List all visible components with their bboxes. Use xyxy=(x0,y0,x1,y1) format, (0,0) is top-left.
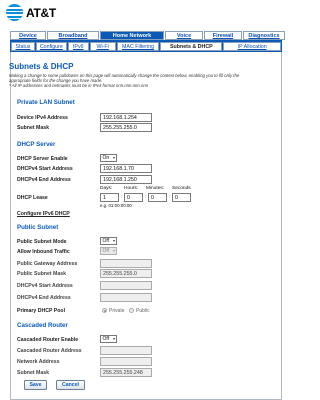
dhcp-pool-label: Primary DHCP Pool xyxy=(17,308,66,314)
lease-separator: : xyxy=(169,194,171,200)
chevron-down-icon xyxy=(113,240,115,243)
cascaded-address-label: Cascaded Router Address xyxy=(17,348,82,354)
dhcp-lease-label: DHCP Lease xyxy=(17,195,48,201)
dhcp-start-label: DHCPv4 Start Address xyxy=(17,166,73,172)
section-public-subnet: Public Subnet xyxy=(17,224,59,231)
public-mode-select[interactable]: Off xyxy=(100,237,117,245)
tab-firewall[interactable]: Firewall xyxy=(204,31,242,40)
tab-home-network[interactable]: Home Network xyxy=(100,31,164,40)
primary-nav: Device Broadband Home Network Voice Fire… xyxy=(10,31,286,40)
lease-separator: : xyxy=(121,194,123,200)
lease-days-header: Days: xyxy=(100,186,113,191)
cascaded-mask-input[interactable]: 255.255.255.248 xyxy=(100,368,152,377)
cascaded-address-input[interactable] xyxy=(100,346,152,355)
chevron-down-icon xyxy=(113,250,115,253)
inbound-traffic-label: Allow Inbound Traffic xyxy=(17,249,70,255)
header: AT&T xyxy=(0,0,288,30)
lease-example: e.g. 01:00:00:00 xyxy=(100,203,132,208)
dhcp-enable-label: DHCP Server Enable xyxy=(17,156,68,162)
subtab-ip-allocation[interactable]: IP Allocation xyxy=(223,42,282,51)
section-private-lan: Private LAN Subnet xyxy=(17,99,75,106)
inbound-traffic-value: Off xyxy=(102,248,110,254)
pool-private-label: Private xyxy=(109,308,125,314)
section-cascaded-router: Cascaded Router xyxy=(17,322,68,329)
dhcp-start-input[interactable]: 192.168.1.70 xyxy=(100,164,152,173)
lease-hours-input[interactable]: 0 xyxy=(124,193,143,202)
lease-days-input[interactable]: 1 xyxy=(100,193,119,202)
subtab-wifi[interactable]: Wi-Fi xyxy=(89,42,116,51)
lease-minutes-input[interactable]: 0 xyxy=(148,193,167,202)
public-mask-input[interactable]: 255.255.255.0 xyxy=(100,269,152,278)
pool-public-label: Public xyxy=(136,308,150,314)
public-gateway-input[interactable] xyxy=(100,259,152,268)
intro-line: * All IP addresses and netmasks must be … xyxy=(9,83,149,88)
tab-voice[interactable]: Voice xyxy=(165,31,203,40)
tab-device[interactable]: Device xyxy=(10,31,46,40)
subtab-subnets-dhcp[interactable]: Subnets & DHCP xyxy=(160,42,223,51)
cascaded-enable-value: Off xyxy=(102,336,110,342)
public-dhcp-start-label: DHCPv4 Start Address xyxy=(17,283,73,289)
subnet-mask-label: Subnet Mask xyxy=(17,125,49,131)
lease-separator: : xyxy=(145,194,147,200)
tab-broadband[interactable]: Broadband xyxy=(47,31,99,40)
dhcp-enable-value: On xyxy=(102,155,110,161)
public-dhcp-end-input[interactable] xyxy=(100,293,152,302)
device-ipv4-label: Device IPv4 Address xyxy=(17,115,68,121)
lease-minutes-header: Minutes: xyxy=(146,186,165,191)
cascaded-enable-label: Cascaded Router Enable xyxy=(17,337,79,343)
public-mode-value: Off xyxy=(102,238,110,244)
cascaded-enable-select[interactable]: Off xyxy=(100,335,117,343)
brand-name: AT&T xyxy=(26,5,56,20)
lease-hours-header: Hours: xyxy=(124,186,139,191)
tab-diagnostics[interactable]: Diagnostics xyxy=(243,31,285,40)
chevron-down-icon xyxy=(113,338,115,341)
inbound-traffic-select[interactable]: Off xyxy=(100,247,117,255)
dhcp-end-input[interactable]: 192.168.1.250 xyxy=(100,175,152,184)
chevron-down-icon xyxy=(113,157,115,160)
subnet-mask-input[interactable]: 255.255.255.0 xyxy=(100,123,152,132)
pool-public-radio[interactable] xyxy=(129,308,134,313)
save-button[interactable]: Save xyxy=(24,380,47,390)
section-dhcp-server: DHCP Server xyxy=(17,141,56,148)
public-mask-label: Public Subnet Mask xyxy=(17,271,67,277)
lease-seconds-input[interactable]: 0 xyxy=(172,193,191,202)
pool-private-radio[interactable] xyxy=(102,308,107,313)
public-dhcp-start-input[interactable] xyxy=(100,281,152,290)
subtab-mac-filtering[interactable]: MAC Filtering xyxy=(116,42,160,51)
cancel-button[interactable]: Cancel xyxy=(56,380,85,390)
page-intro: Making a change to some pulldowns on thi… xyxy=(9,73,279,88)
device-ipv4-input[interactable]: 192.168.1.254 xyxy=(100,113,152,122)
att-logo: AT&T xyxy=(6,4,56,21)
page-title: Subnets & DHCP xyxy=(9,62,74,71)
secondary-nav: Status Configure IPv6 Wi-Fi MAC Filterin… xyxy=(10,40,282,52)
subtab-status[interactable]: Status xyxy=(11,42,35,51)
configure-ipv6-dhcp-link[interactable]: Configure IPv6 DHCP xyxy=(17,211,70,217)
dhcp-enable-select[interactable]: On xyxy=(100,154,117,162)
lease-seconds-header: Seconds xyxy=(172,186,191,191)
subtab-configure[interactable]: Configure xyxy=(35,42,67,51)
network-address-input[interactable] xyxy=(100,357,152,366)
cascaded-mask-label: Subnet Mask xyxy=(17,370,49,376)
subtab-ipv6[interactable]: IPv6 xyxy=(67,42,89,51)
network-address-label: Network Address xyxy=(17,359,60,365)
public-dhcp-end-label: DHCPv4 End Address xyxy=(17,295,71,301)
dhcp-end-label: DHCPv4 End Address xyxy=(17,177,71,183)
public-gateway-label: Public Gateway Address xyxy=(17,261,78,267)
globe-icon xyxy=(6,4,23,21)
public-mode-label: Public Subnet Mode xyxy=(17,239,67,245)
